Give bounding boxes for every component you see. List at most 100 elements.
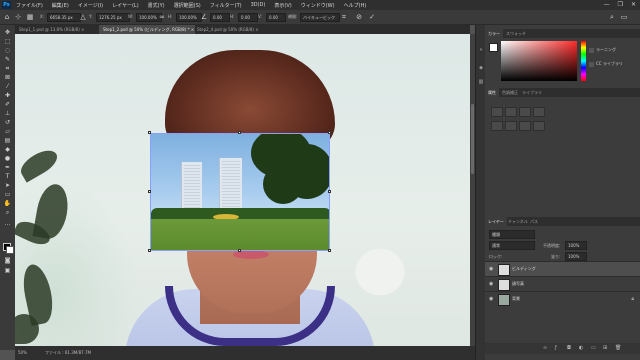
lasso-icon[interactable]: ◌ (3, 47, 12, 54)
tab-step2-4[interactable]: Step2_4.psd @ 50% (RGB/8) × (193, 25, 277, 34)
transform-handle[interactable] (328, 249, 331, 252)
path-select-icon[interactable]: ➤ (3, 182, 12, 189)
tab-step1-1[interactable]: Step1_1.psd @ 13.8% (RGB/8) × (15, 25, 101, 34)
blend-mode-select[interactable]: 通常 (489, 241, 535, 250)
library-icon[interactable]: ▥ (478, 79, 484, 85)
hand-icon[interactable]: ✋ (3, 200, 12, 207)
zoom-icon[interactable]: ⌕ (3, 209, 12, 216)
new-layer-icon[interactable]: ⊞ (603, 345, 607, 351)
quick-mask-icon[interactable]: ◙ (3, 257, 12, 264)
warp-icon[interactable]: ⌗ (340, 13, 348, 21)
y-field[interactable]: 1276.25 px (96, 13, 130, 22)
layer-row[interactable]: ◉ ビルディング (485, 261, 640, 276)
collapse-icon[interactable]: » (478, 47, 484, 53)
more-icon[interactable]: … (3, 220, 12, 227)
frame-icon[interactable]: ⊠ (3, 74, 12, 81)
move-icon[interactable]: ✥ (3, 29, 12, 36)
tab-swatches[interactable]: スウォッチ (503, 29, 529, 38)
close-button[interactable]: ✕ (631, 1, 636, 9)
marquee-icon[interactable]: ⬚ (3, 38, 12, 45)
height-field[interactable]: 100.00% (176, 13, 202, 22)
adjustment-icon[interactable] (519, 121, 531, 131)
healing-icon[interactable]: ✚ (3, 92, 12, 99)
brush-icon[interactable]: ✐ (3, 101, 12, 108)
visibility-eye-icon[interactable]: ◉ (489, 281, 493, 287)
transform-handle[interactable] (328, 131, 331, 134)
menu-edit[interactable]: 編集(E) (52, 2, 69, 9)
relative-position-icon[interactable]: △ (79, 13, 87, 21)
menu-3d[interactable]: 3D(D) (251, 2, 266, 9)
transform-handle[interactable] (238, 131, 241, 134)
x-field[interactable]: 6658.35 px (47, 13, 81, 22)
menu-filter[interactable]: フィルター(T) (210, 2, 242, 9)
menu-image[interactable]: イメージ(I) (78, 2, 103, 9)
visibility-eye-icon[interactable]: ◉ (489, 266, 493, 272)
canvas[interactable] (15, 34, 470, 346)
group-icon[interactable]: ▭ (591, 345, 596, 351)
workspace-icon[interactable]: ▭ (620, 13, 628, 21)
tab-paths[interactable]: パス (527, 217, 541, 226)
eraser-icon[interactable]: ▱ (3, 128, 12, 135)
hue-slider[interactable] (581, 41, 586, 81)
blur-icon[interactable]: ◆ (3, 146, 12, 153)
eyedropper-icon[interactable]: ⁄ (3, 83, 12, 90)
quick-select-icon[interactable]: ✎ (3, 56, 12, 63)
tab-properties[interactable]: 属性 (485, 88, 499, 97)
search-icon[interactable]: ⌕ (608, 13, 616, 21)
crop-icon[interactable]: ⌗ (3, 65, 12, 72)
menu-view[interactable]: 表示(V) (274, 2, 291, 9)
pen-icon[interactable]: ✒ (3, 164, 12, 171)
mask-icon[interactable]: ◘ (567, 345, 571, 351)
minimize-button[interactable]: — (604, 1, 610, 9)
menu-help[interactable]: ヘルプ(H) (344, 2, 367, 9)
visibility-eye-icon[interactable]: ◉ (489, 296, 493, 302)
building-layer-image[interactable] (150, 133, 330, 251)
tab-layers[interactable]: レイヤー (485, 217, 507, 226)
adjustment-icon[interactable] (505, 121, 517, 131)
learn-icon[interactable]: ◈ (478, 65, 484, 71)
link-layers-icon[interactable]: ∞ (543, 345, 547, 351)
gradient-icon[interactable]: ▤ (3, 137, 12, 144)
transform-handle[interactable] (148, 131, 151, 134)
side-item-learn[interactable]: ラーニング (589, 47, 616, 53)
transform-handle[interactable] (148, 249, 151, 252)
layer-filter-select[interactable]: 種類 (489, 230, 535, 239)
menu-layer[interactable]: レイヤー(L) (112, 2, 139, 9)
fx-icon[interactable]: ƒ (555, 345, 557, 351)
scrollbar-thumb[interactable] (471, 104, 474, 174)
transform-handle[interactable] (148, 190, 151, 193)
adjustment-icon[interactable] (533, 121, 545, 131)
menu-window[interactable]: ウィンドウ(W) (301, 2, 335, 9)
adjustment-icon[interactable] (491, 121, 503, 131)
dodge-icon[interactable]: ● (3, 155, 12, 162)
h-skew-field[interactable]: 0.00 (238, 13, 258, 22)
opacity-field[interactable]: 100% (565, 241, 587, 250)
interpolation-select[interactable]: バイキュービック (300, 13, 340, 22)
menu-type[interactable]: 書式(Y) (148, 2, 165, 9)
side-item-library[interactable]: CC ライブラリ (589, 61, 623, 67)
adjustment-icon[interactable] (505, 107, 517, 117)
transform-handle[interactable] (238, 249, 241, 252)
tab-color[interactable]: カラー (485, 29, 503, 38)
layer-row[interactable]: ◉ 背景 🔒︎ (485, 291, 640, 306)
background-color-swatch[interactable] (6, 246, 14, 254)
reference-point-icon[interactable]: ▦ (26, 13, 34, 21)
adjustment-layer-icon[interactable]: ◐ (579, 345, 583, 351)
v-skew-field[interactable]: 0.00 (266, 13, 286, 22)
adjustment-icon[interactable] (533, 107, 545, 117)
shape-icon[interactable]: ▭ (3, 191, 12, 198)
tab-step1-2[interactable]: Step1_2.psd @ 50% (ビルディング, RGB/8) * × (99, 25, 195, 34)
home-icon[interactable]: ⌂ (3, 13, 11, 21)
trash-icon[interactable]: 🗑︎ (615, 345, 621, 351)
adjustment-icon[interactable] (519, 107, 531, 117)
menu-select[interactable]: 選択範囲(S) (174, 2, 201, 9)
layer-row[interactable]: ◉ 顔写真 (485, 276, 640, 291)
transform-handle[interactable] (328, 190, 331, 193)
cancel-icon[interactable]: ⊘ (355, 13, 363, 21)
check-icon[interactable]: ✓ (368, 13, 376, 21)
screen-mode-icon[interactable]: ▣ (3, 267, 12, 274)
foreground-swatch[interactable] (489, 43, 498, 52)
fill-field[interactable]: 100% (565, 252, 587, 261)
angle-field[interactable]: 0.00 (210, 13, 230, 22)
link-icon[interactable]: ∞ (158, 13, 166, 21)
